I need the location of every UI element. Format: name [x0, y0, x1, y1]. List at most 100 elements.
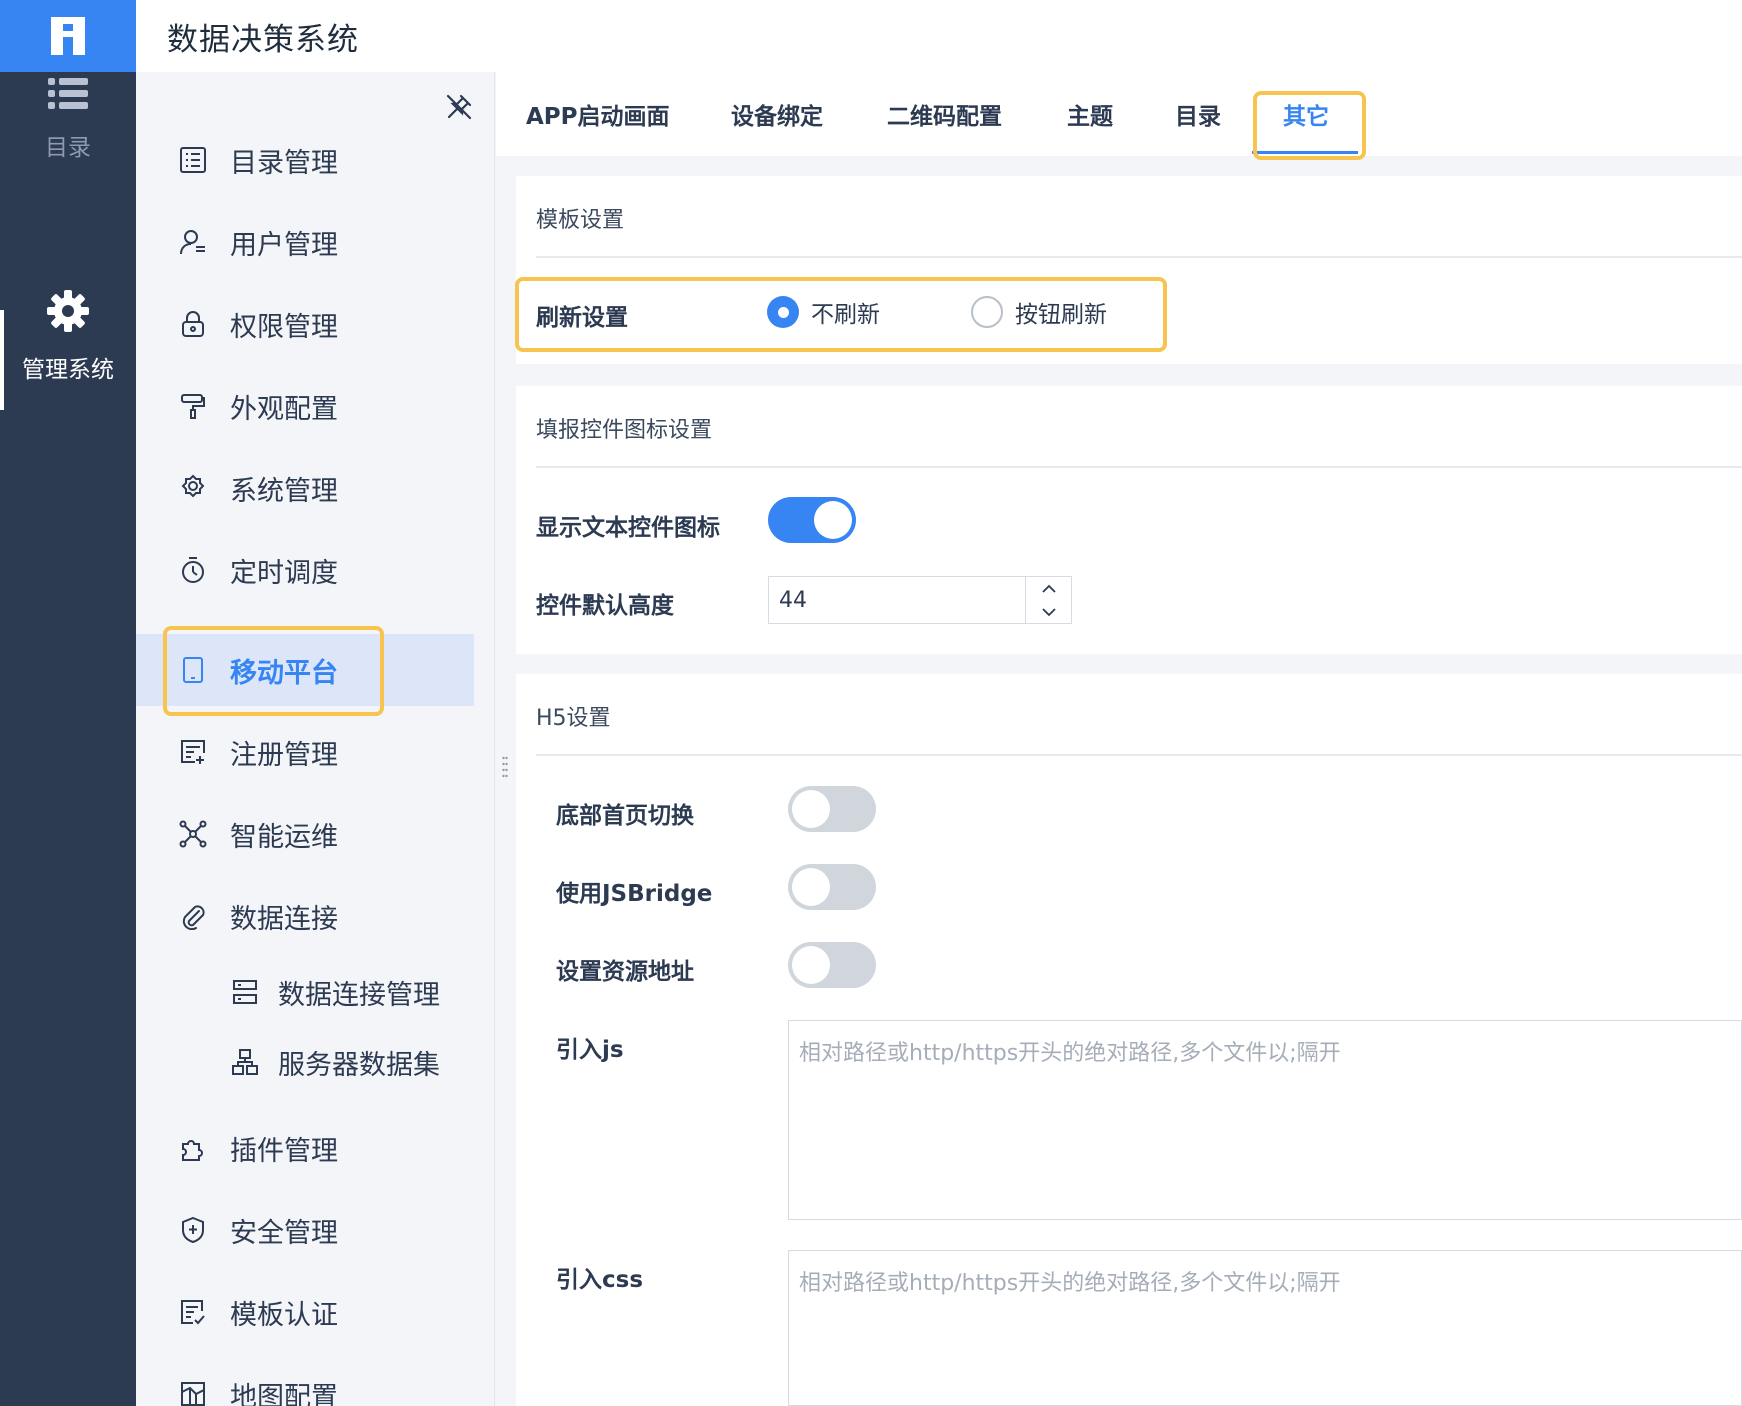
tab-qrcode-config[interactable]: 二维码配置 — [887, 72, 1002, 156]
directory-icon — [178, 145, 208, 175]
register-icon — [178, 737, 208, 767]
nav-item-system-management[interactable]: 系统管理 — [136, 452, 474, 524]
nav-item-security-management[interactable]: 安全管理 — [136, 1194, 474, 1266]
nav-item-label: 定时调度 — [230, 557, 338, 589]
tablet-icon — [178, 655, 208, 685]
gear-icon — [178, 473, 208, 503]
rail-item-label: 目录 — [45, 135, 91, 161]
rail-item-label: 管理系统 — [22, 357, 114, 383]
resource-address-label: 设置资源地址 — [556, 959, 694, 985]
nav-item-permission-management[interactable]: 权限管理 — [136, 288, 474, 360]
import-js-textarea[interactable] — [788, 1020, 1742, 1220]
app-title: 数据决策系统 — [167, 21, 359, 58]
tab-theme[interactable]: 主题 — [1067, 72, 1113, 156]
stopwatch-icon — [178, 555, 208, 585]
nav-sub-item-server-dataset[interactable]: 服务器数据集 — [136, 1029, 474, 1095]
nav-sub-item-label: 数据连接管理 — [278, 979, 440, 1011]
resource-address-toggle[interactable] — [788, 942, 876, 988]
section-divider — [536, 256, 1742, 258]
tab-device-binding[interactable]: 设备绑定 — [731, 72, 823, 156]
import-css-label: 引入css — [556, 1267, 644, 1293]
import-css-textarea[interactable] — [788, 1250, 1742, 1406]
tab-bar: APP启动画面 设备绑定 二维码配置 主题 目录 其它 — [496, 72, 1742, 156]
nav-item-plugin-management[interactable]: 插件管理 — [136, 1112, 474, 1184]
nav-item-label: 外观配置 — [230, 393, 338, 425]
nav-item-user-management[interactable]: 用户管理 — [136, 206, 474, 278]
map-icon — [178, 1379, 208, 1406]
nav-item-label: 地图配置 — [230, 1381, 338, 1406]
widget-height-input[interactable] — [769, 577, 1025, 623]
nav-item-registration[interactable]: 注册管理 — [136, 716, 474, 788]
nav-item-directory-management[interactable]: 目录管理 — [136, 124, 474, 196]
radio-no-refresh[interactable]: 不刷新 — [767, 295, 880, 329]
section-divider — [536, 754, 1742, 756]
primary-rail — [0, 72, 136, 1406]
server-icon — [230, 977, 260, 1007]
unpin-icon[interactable] — [444, 92, 474, 122]
shield-icon — [178, 1215, 208, 1245]
list-icon — [48, 78, 88, 109]
nav-sub-item-data-connection-management[interactable]: 数据连接管理 — [136, 959, 474, 1025]
nav-item-label: 安全管理 — [230, 1217, 338, 1249]
bottom-home-switch-label: 底部首页切换 — [556, 803, 694, 829]
toggle-knob — [792, 790, 830, 828]
paint-roller-icon — [178, 391, 208, 421]
paperclip-icon — [178, 901, 208, 931]
bottom-home-switch-toggle[interactable] — [788, 786, 876, 832]
top-bar: 数据决策系统 — [136, 0, 1742, 72]
section-title: 填报控件图标设置 — [536, 418, 713, 443]
nav-item-label: 系统管理 — [230, 475, 338, 507]
nav-sub-item-label: 服务器数据集 — [278, 1049, 440, 1081]
nav-item-label: 用户管理 — [230, 229, 338, 261]
widget-default-height-label: 控件默认高度 — [536, 593, 674, 619]
fanruan-logo-icon — [51, 17, 85, 55]
gear-icon — [47, 290, 89, 332]
import-js-label: 引入js — [556, 1037, 624, 1063]
puzzle-icon — [178, 1133, 208, 1163]
user-icon — [178, 227, 208, 257]
tab-directory[interactable]: 目录 — [1175, 72, 1221, 156]
toggle-knob — [792, 868, 830, 906]
nav-item-mobile-platform[interactable]: 移动平台 — [136, 634, 474, 706]
toggle-knob — [792, 946, 830, 984]
nav-item-scheduling[interactable]: 定时调度 — [136, 534, 474, 606]
widget-height-stepper[interactable] — [768, 576, 1072, 624]
radio-label: 按钮刷新 — [1015, 302, 1107, 328]
dataset-icon — [230, 1047, 260, 1077]
nav-item-smart-ops[interactable]: 智能运维 — [136, 798, 474, 870]
rail-item-management[interactable]: 管理系统 — [0, 290, 136, 384]
active-tab-indicator — [1252, 151, 1358, 154]
section-divider — [536, 466, 1742, 468]
section-title: H5设置 — [536, 706, 611, 731]
chevron-down-icon[interactable] — [1026, 600, 1071, 623]
radio-button-refresh[interactable]: 按钮刷新 — [971, 295, 1107, 329]
refresh-setting-label: 刷新设置 — [536, 305, 628, 331]
chevron-up-icon[interactable] — [1026, 577, 1071, 600]
tab-app-launch-screen[interactable]: APP启动画面 — [526, 72, 670, 156]
radio-checked-icon — [767, 296, 799, 328]
show-text-widget-icon-toggle[interactable] — [768, 497, 856, 543]
app-logo[interactable] — [0, 0, 136, 72]
nav-item-appearance[interactable]: 外观配置 — [136, 370, 474, 442]
nav-item-label: 目录管理 — [230, 147, 338, 179]
nav-item-template-certification[interactable]: 模板认证 — [136, 1276, 474, 1348]
nav-item-label: 注册管理 — [230, 739, 338, 771]
template-cert-icon — [178, 1297, 208, 1327]
secondary-nav: 目录管理 用户管理 权限管理 外观配置 系统管理 定时调度 移动平台 注册管理 … — [136, 72, 495, 1406]
resize-handle-icon[interactable] — [502, 755, 508, 783]
show-text-widget-icon-label: 显示文本控件图标 — [536, 515, 720, 541]
radio-label: 不刷新 — [811, 302, 880, 328]
toggle-knob — [814, 501, 852, 539]
nav-item-label: 智能运维 — [230, 821, 338, 853]
nav-item-label: 权限管理 — [230, 311, 338, 343]
nav-item-label: 数据连接 — [230, 903, 338, 935]
nav-item-map-configuration[interactable]: 地图配置 — [136, 1358, 474, 1406]
tab-other[interactable]: 其它 — [1283, 72, 1329, 156]
section-title: 模板设置 — [536, 208, 625, 233]
radio-unchecked-icon — [971, 296, 1003, 328]
use-jsbridge-toggle[interactable] — [788, 864, 876, 910]
nav-item-data-connection[interactable]: 数据连接 — [136, 880, 474, 952]
nav-item-label: 插件管理 — [230, 1135, 338, 1167]
use-jsbridge-label: 使用JSBridge — [556, 881, 713, 907]
rail-item-directory[interactable]: 目录 — [0, 76, 136, 162]
